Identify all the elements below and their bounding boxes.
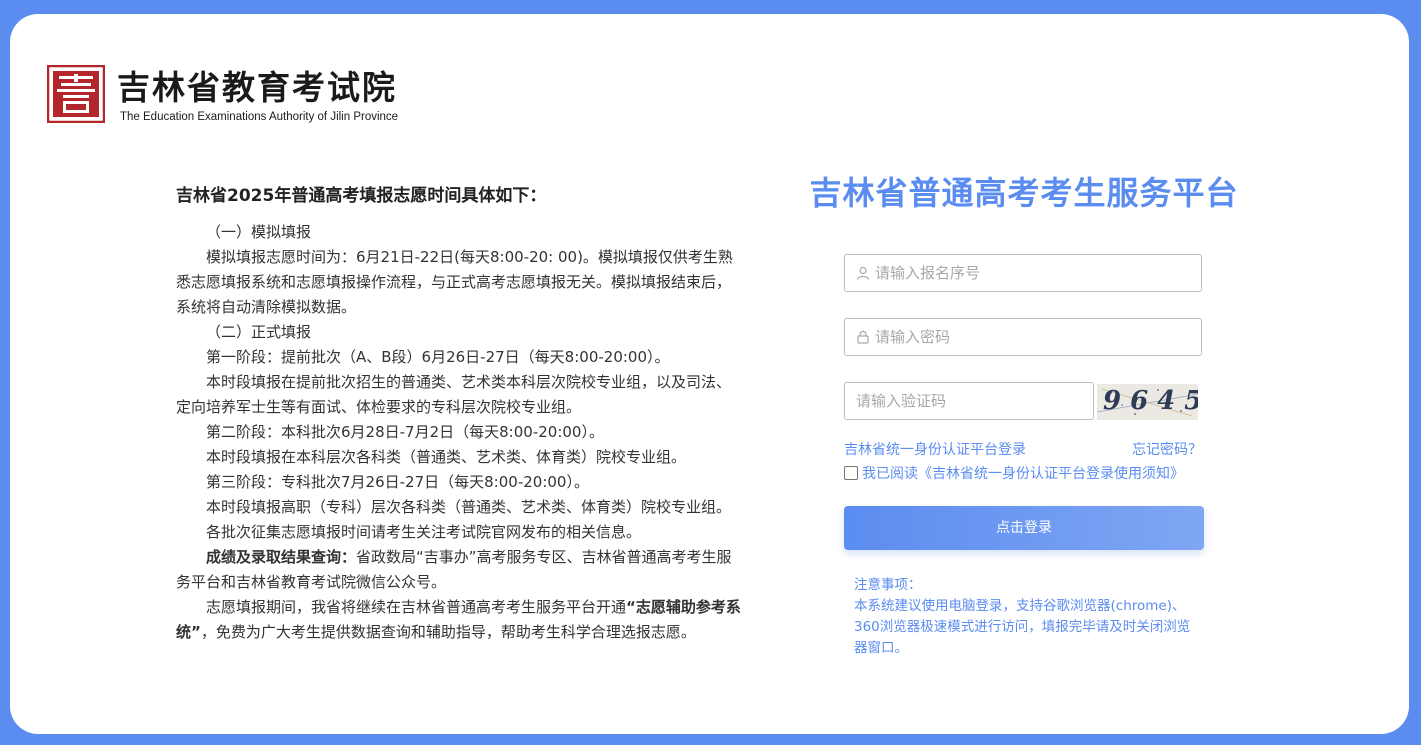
notice-paragraph: 本时段填报在提前批次招生的普通类、艺术类本科层次院校专业组，以及司法、定向培养军… — [176, 373, 732, 416]
captcha-field[interactable] — [844, 382, 1094, 420]
password-field[interactable] — [844, 318, 1202, 356]
notice-title: 吉林省2025年普通高考填报志愿时间具体如下： — [176, 186, 547, 206]
page-card: 吉林省教育考试院 The Education Examinations Auth… — [10, 14, 1409, 734]
notice-section-heading: （二）正式填报 — [206, 323, 312, 341]
forgot-password-link[interactable]: 忘记密码？ — [1132, 439, 1202, 459]
notice-paragraph-assist: 志愿填报期间，我省将继续在吉林省普通高考考生服务平台开通“志愿辅助参考系统”，免… — [176, 595, 744, 645]
notice-panel: 吉林省2025年普通高考填报志愿时间具体如下： （一）模拟填报 模拟填报志愿时间… — [176, 182, 744, 645]
logo-chinese-name: 吉林省教育考试院 — [117, 68, 397, 107]
notice-paragraph: 各批次征集志愿填报时间请考生关注考试院官网发布的相关信息。 — [206, 523, 642, 541]
password-input[interactable] — [875, 319, 1195, 355]
captcha-input[interactable] — [856, 383, 1086, 419]
captcha-image[interactable]: 9645 — [1097, 384, 1198, 420]
notice-assist-pre: 志愿填报期间，我省将继续在吉林省普通高考考生服务平台开通 — [206, 598, 627, 616]
notice-paragraph: 模拟填报志愿时间为：6月21日-22日(每天8:00-20: 00)。模拟填报仅… — [176, 248, 733, 316]
notice-result-label: 成绩及录取结果查询： — [206, 548, 357, 566]
notice-paragraph-result: 成绩及录取结果查询：省政数局“吉事办”高考服务专区、吉林省普通高考考生服务平台和… — [176, 545, 744, 595]
login-button[interactable]: 点击登录 — [844, 506, 1204, 550]
notice-stage: 第二阶段：本科批次6月28日-7月2日（每天8:00-20:00）。 — [206, 423, 604, 441]
tips-panel: 注意事项： 本系统建议使用电脑登录，支持谷歌浏览器(chrome)、360浏览器… — [854, 575, 1200, 659]
username-field[interactable] — [844, 254, 1202, 292]
lock-icon — [857, 330, 869, 344]
tips-text: 本系统建议使用电脑登录，支持谷歌浏览器(chrome)、360浏览器极速模式进行… — [854, 598, 1191, 656]
unified-auth-login-link[interactable]: 吉林省统一身份认证平台登录 — [844, 442, 1026, 458]
platform-title: 吉林省普通高考考生服务平台 — [809, 174, 1239, 212]
notice-stage: 第三阶段：专科批次7月26日-27日（每天8:00-20:00）。 — [206, 473, 589, 491]
username-input[interactable] — [875, 255, 1195, 291]
notice-assist-post: ，免费为广大考生提供数据查询和辅助指导，帮助考生科学合理选报志愿。 — [200, 623, 696, 641]
agreement-checkbox[interactable] — [844, 466, 858, 480]
tips-heading: 注意事项： — [854, 577, 922, 593]
notice-stage: 第一阶段：提前批次（A、B段）6月26日-27日（每天8:00-20:00）。 — [206, 348, 670, 366]
logo-english-name: The Education Examinations Authority of … — [120, 111, 399, 123]
login-links-row: 吉林省统一身份认证平台登录 忘记密码？ — [844, 439, 1202, 459]
notice-paragraph: 本时段填报高职（专科）层次各科类（普通类、艺术类、体育类）院校专业组。 — [206, 498, 732, 516]
captcha-code: 9645 — [1103, 386, 1198, 416]
exam-authority-logo-icon — [47, 65, 105, 123]
agreement-label[interactable]: 我已阅读《吉林省统一身份认证平台登录使用须知》 — [862, 466, 1184, 482]
notice-section-heading: （一）模拟填报 — [206, 223, 312, 241]
agreement-row[interactable]: 我已阅读《吉林省统一身份认证平台登录使用须知》 — [844, 463, 1184, 483]
notice-paragraph: 本时段填报在本科层次各科类（普通类、艺术类、体育类）院校专业组。 — [206, 448, 687, 466]
user-icon — [856, 266, 870, 280]
